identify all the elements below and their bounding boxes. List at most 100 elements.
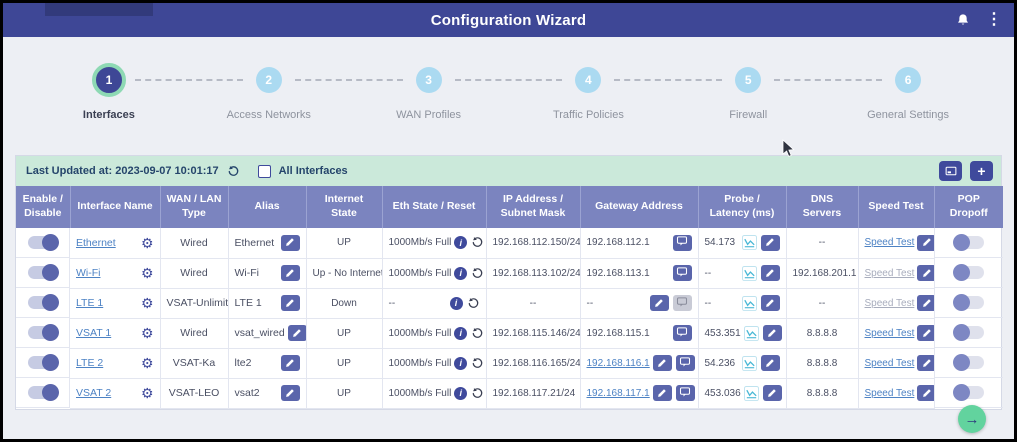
interface-link[interactable]: LTE 2 — [76, 357, 103, 369]
reset-icon[interactable] — [467, 297, 480, 310]
edit-alias-button[interactable] — [288, 325, 306, 341]
speed-test-link[interactable]: Speed Test — [865, 237, 915, 248]
edit-probe-button[interactable] — [763, 385, 782, 401]
reset-icon[interactable] — [471, 387, 484, 400]
edit-gateway-button[interactable] — [650, 295, 669, 311]
probe-wrap: -- — [705, 265, 780, 281]
gateway-tooltip-button[interactable] — [673, 235, 692, 251]
latency-chart-icon[interactable] — [742, 235, 757, 250]
step-circle-wrap: 5 — [735, 63, 761, 97]
info-icon[interactable]: i — [450, 297, 463, 310]
cell-interface-name: VSAT 1 ⚙ — [70, 318, 160, 348]
column-header-alias: Alias — [228, 186, 306, 228]
reset-icon[interactable] — [471, 357, 484, 370]
latency-chart-icon[interactable] — [742, 296, 757, 311]
enable-toggle[interactable] — [28, 266, 58, 279]
edit-speed-test-button[interactable] — [917, 265, 934, 281]
gateway-tooltip-button[interactable] — [676, 385, 695, 401]
interface-link[interactable]: Wi-Fi — [76, 267, 101, 279]
reset-icon[interactable] — [471, 327, 484, 340]
enable-toggle[interactable] — [28, 386, 58, 399]
latency-chart-icon[interactable] — [742, 266, 757, 281]
edit-gateway-button[interactable] — [653, 355, 672, 371]
gateway-tooltip-button[interactable] — [676, 355, 695, 371]
pop-dropoff-toggle[interactable] — [954, 326, 984, 339]
step-number-2[interactable]: 2 — [256, 67, 282, 93]
gear-icon[interactable]: ⚙ — [141, 386, 154, 400]
pencil-icon — [657, 356, 667, 371]
gear-icon[interactable]: ⚙ — [141, 266, 154, 280]
edit-probe-button[interactable] — [761, 355, 780, 371]
interface-link[interactable]: LTE 1 — [76, 297, 103, 309]
latency-chart-icon[interactable] — [744, 386, 759, 401]
gateway-address[interactable]: 192.168.117.1 — [587, 388, 650, 399]
edit-probe-button[interactable] — [761, 295, 780, 311]
step-number-1[interactable]: 1 — [92, 63, 126, 97]
speed-test-link[interactable]: Speed Test — [865, 388, 915, 399]
pop-dropoff-toggle[interactable] — [954, 386, 984, 399]
speed-test-link[interactable]: Speed Test — [865, 268, 915, 279]
gear-icon[interactable]: ⚙ — [141, 296, 154, 310]
edit-probe-button[interactable] — [761, 265, 780, 281]
latency-chart-icon[interactable] — [744, 326, 759, 341]
card-view-button[interactable] — [939, 161, 962, 181]
pop-dropoff-toggle[interactable] — [954, 296, 984, 309]
gateway-tooltip-button[interactable] — [673, 325, 692, 341]
refresh-icon[interactable] — [227, 165, 240, 178]
speed-test-link[interactable]: Speed Test — [865, 328, 915, 339]
edit-probe-button[interactable] — [763, 325, 782, 341]
edit-probe-button[interactable] — [761, 235, 780, 251]
info-icon[interactable]: i — [454, 267, 467, 280]
pop-dropoff-toggle[interactable] — [954, 266, 984, 279]
reset-icon[interactable] — [471, 267, 484, 280]
cell-internet-state: UP — [306, 348, 382, 378]
interface-link[interactable]: Ethernet — [76, 237, 116, 249]
pop-dropoff-toggle[interactable] — [954, 236, 984, 249]
edit-speed-test-button[interactable] — [917, 385, 934, 401]
speed-test-link[interactable]: Speed Test — [865, 358, 915, 369]
gateway-address[interactable]: 192.168.116.1 — [587, 358, 650, 369]
edit-speed-test-button[interactable] — [917, 295, 934, 311]
edit-alias-button[interactable] — [281, 355, 300, 371]
step-number-5[interactable]: 5 — [735, 67, 761, 93]
edit-speed-test-button[interactable] — [917, 235, 934, 251]
kebab-menu-icon[interactable]: ⋮ — [986, 12, 1002, 28]
gateway-tooltip-button[interactable] — [673, 295, 692, 311]
interface-link[interactable]: VSAT 2 — [76, 387, 111, 399]
info-icon[interactable]: i — [454, 357, 467, 370]
enable-toggle[interactable] — [28, 296, 58, 309]
info-icon[interactable]: i — [454, 327, 467, 340]
edit-alias-button[interactable] — [281, 385, 300, 401]
reset-icon[interactable] — [471, 236, 484, 249]
info-icon[interactable]: i — [454, 387, 467, 400]
cell-enable — [16, 378, 70, 408]
next-step-button[interactable]: → — [958, 405, 986, 433]
gear-icon[interactable]: ⚙ — [141, 236, 154, 250]
speed-test-link[interactable]: Speed Test — [865, 298, 915, 309]
cell-dns: -- — [786, 288, 858, 318]
enable-toggle[interactable] — [28, 236, 58, 249]
edit-alias-button[interactable] — [281, 265, 300, 281]
gateway-tooltip-button[interactable] — [673, 265, 692, 281]
add-interface-button[interactable]: + — [970, 161, 993, 181]
cell-pop-dropoff — [935, 348, 1004, 378]
gear-icon[interactable]: ⚙ — [141, 326, 154, 340]
info-icon[interactable]: i — [454, 236, 467, 249]
step-number-3[interactable]: 3 — [416, 67, 442, 93]
edit-alias-button[interactable] — [281, 235, 300, 251]
interface-link[interactable]: VSAT 1 — [76, 327, 111, 339]
all-interfaces-checkbox[interactable] — [258, 165, 271, 178]
step-number-4[interactable]: 4 — [575, 67, 601, 93]
edit-gateway-button[interactable] — [653, 385, 672, 401]
gear-icon[interactable]: ⚙ — [141, 356, 154, 370]
enable-toggle[interactable] — [28, 326, 58, 339]
step-number-6[interactable]: 6 — [895, 67, 921, 93]
internet-state: UP — [337, 388, 351, 399]
latency-chart-icon[interactable] — [742, 356, 757, 371]
edit-speed-test-button[interactable] — [917, 325, 934, 341]
edit-alias-button[interactable] — [281, 295, 300, 311]
edit-speed-test-button[interactable] — [917, 355, 934, 371]
pop-dropoff-toggle[interactable] — [954, 356, 984, 369]
enable-toggle[interactable] — [28, 356, 58, 369]
notifications-bell-icon[interactable] — [956, 13, 970, 27]
